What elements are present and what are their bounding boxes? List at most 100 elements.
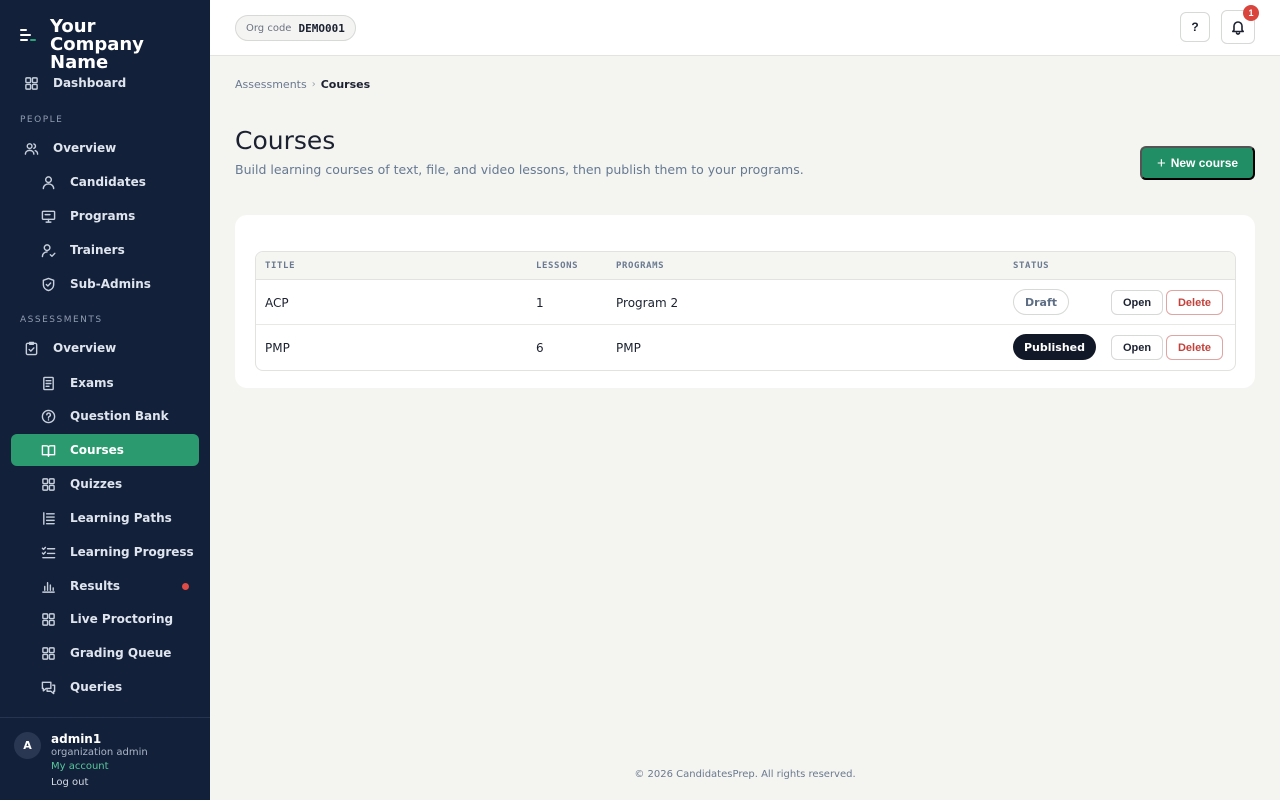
- list-check-icon: [41, 545, 56, 560]
- course-lessons: 1: [536, 296, 544, 310]
- breadcrumb-current: Courses: [320, 78, 371, 91]
- page-footer: © 2026 CandidatesPrep. All rights reserv…: [634, 769, 856, 780]
- user-check-icon: [41, 243, 56, 258]
- sidebar-item-label: Sub-Admins: [70, 277, 151, 291]
- user-role: organization admin: [51, 747, 148, 758]
- sidebar-item-label: Programs: [70, 209, 136, 223]
- logout-link[interactable]: Log out: [51, 777, 88, 788]
- sidebar-item-learning-progress[interactable]: Learning Progress: [11, 536, 199, 568]
- page-title: Courses: [235, 126, 336, 155]
- help-button[interactable]: ?: [1180, 12, 1210, 42]
- column-header-lessons: LESSONS: [536, 261, 579, 271]
- sidebar-item-label: Learning Progress: [70, 545, 194, 559]
- clipboard-check-icon: [24, 341, 39, 356]
- topbar: Org code DEMO001 ? 1: [210, 0, 1280, 56]
- sidebar-item-label: Overview: [53, 141, 117, 155]
- table-row: ACP 1 Program 2 Draft Open Delete: [256, 280, 1235, 325]
- delete-button[interactable]: Delete: [1166, 290, 1223, 315]
- user-panel: A admin1 organization admin My account L…: [0, 717, 210, 800]
- document-icon: [41, 376, 56, 391]
- column-header-title: TITLE: [265, 261, 296, 271]
- sidebar-item-learning-paths[interactable]: Learning Paths: [11, 502, 199, 534]
- open-button[interactable]: Open: [1111, 290, 1163, 315]
- sidebar-item-candidates[interactable]: Candidates: [11, 166, 199, 198]
- sidebar-item-trainers[interactable]: Trainers: [11, 234, 199, 266]
- sidebar-item-grading-queue[interactable]: Grading Queue: [11, 637, 199, 669]
- users-icon: [24, 141, 39, 156]
- shield-icon: [41, 277, 56, 292]
- sidebar-item-label: Grading Queue: [70, 646, 172, 660]
- sidebar-item-live-proctoring[interactable]: Live Proctoring: [11, 603, 199, 635]
- sidebar-item-dashboard[interactable]: Dashboard: [11, 67, 199, 99]
- sidebar-item-courses[interactable]: Courses: [11, 434, 199, 466]
- sidebar-item-label: Exams: [70, 376, 114, 390]
- breadcrumb-assessments[interactable]: Assessments: [235, 78, 307, 91]
- course-lessons: 6: [536, 341, 544, 355]
- open-button[interactable]: Open: [1111, 335, 1163, 360]
- brand-logo-icon: [20, 28, 38, 46]
- grid-icon: [41, 612, 56, 627]
- plus-icon: +: [1156, 154, 1166, 172]
- notification-count-badge: 1: [1243, 5, 1259, 21]
- course-programs: Program 2: [616, 296, 679, 310]
- breadcrumb-separator: ›: [311, 79, 316, 90]
- org-code-pill: Org code DEMO001: [235, 15, 356, 41]
- new-course-button[interactable]: + New course: [1140, 146, 1255, 180]
- help-circle-icon: [41, 409, 56, 424]
- new-course-label: New course: [1170, 156, 1239, 170]
- chat-icon: [41, 680, 56, 695]
- column-header-status: STATUS: [1013, 261, 1050, 271]
- status-badge: Published: [1013, 334, 1097, 360]
- book-open-icon: [41, 443, 56, 458]
- sidebar-item-label: Trainers: [70, 243, 125, 257]
- user-icon: [41, 175, 56, 190]
- sidebar-item-label: Candidates: [70, 175, 146, 189]
- sidebar-item-sub-admins[interactable]: Sub-Admins: [11, 268, 199, 300]
- monitor-icon: [41, 209, 56, 224]
- notifications-button[interactable]: 1: [1221, 5, 1259, 44]
- course-title: PMP: [265, 341, 290, 355]
- sidebar-section-people: PEOPLE: [20, 115, 64, 125]
- sidebar-item-label: Learning Paths: [70, 511, 172, 525]
- my-account-link[interactable]: My account: [51, 761, 109, 772]
- grid-icon: [24, 76, 39, 91]
- course-title: ACP: [265, 296, 289, 310]
- status-badge: Draft: [1013, 289, 1070, 315]
- brand[interactable]: Your Company Name: [20, 18, 190, 72]
- sidebar-item-label: Results: [70, 579, 121, 593]
- brand-name: Your Company Name: [50, 16, 144, 73]
- sidebar-item-label: Live Proctoring: [70, 612, 174, 626]
- results-alert-dot: [182, 583, 189, 590]
- sidebar-item-quizzes[interactable]: Quizzes: [11, 468, 199, 500]
- list-icon: [41, 511, 56, 526]
- avatar: A: [14, 732, 41, 759]
- page-subtitle: Build learning courses of text, file, an…: [235, 162, 804, 177]
- table-row: PMP 6 PMP Published Open Delete: [256, 325, 1235, 370]
- grid-icon: [41, 477, 56, 492]
- bar-chart-icon: [41, 579, 56, 594]
- sidebar-item-assessments-overview[interactable]: Overview: [11, 332, 199, 364]
- course-programs: PMP: [616, 341, 641, 355]
- sidebar-item-question-bank[interactable]: Question Bank: [11, 400, 199, 432]
- sidebar-item-label: Dashboard: [53, 76, 127, 90]
- table-header: TITLE LESSONS PROGRAMS STATUS: [256, 252, 1235, 280]
- sidebar-item-queries[interactable]: Queries: [11, 671, 199, 703]
- grid-icon: [41, 646, 56, 661]
- column-header-programs: PROGRAMS: [616, 261, 665, 271]
- sidebar-item-label: Overview: [53, 341, 117, 355]
- breadcrumb: Assessments › Courses: [235, 78, 370, 91]
- sidebar: Your Company Name Dashboard PEOPLE Overv…: [0, 0, 210, 800]
- sidebar-item-label: Quizzes: [70, 477, 123, 491]
- sidebar-section-assessments: ASSESSMENTS: [20, 315, 103, 325]
- org-code-value: DEMO001: [298, 21, 345, 35]
- sidebar-item-label: Queries: [70, 680, 123, 694]
- courses-table: TITLE LESSONS PROGRAMS STATUS ACP 1 Prog…: [255, 251, 1236, 371]
- sidebar-item-exams[interactable]: Exams: [11, 367, 199, 399]
- sidebar-item-results[interactable]: Results: [11, 570, 199, 602]
- courses-card: TITLE LESSONS PROGRAMS STATUS ACP 1 Prog…: [235, 215, 1255, 388]
- sidebar-item-programs[interactable]: Programs: [11, 200, 199, 232]
- bell-icon: [1230, 19, 1246, 35]
- sidebar-item-people-overview[interactable]: Overview: [11, 132, 199, 164]
- sidebar-item-label: Question Bank: [70, 409, 169, 423]
- delete-button[interactable]: Delete: [1166, 335, 1223, 360]
